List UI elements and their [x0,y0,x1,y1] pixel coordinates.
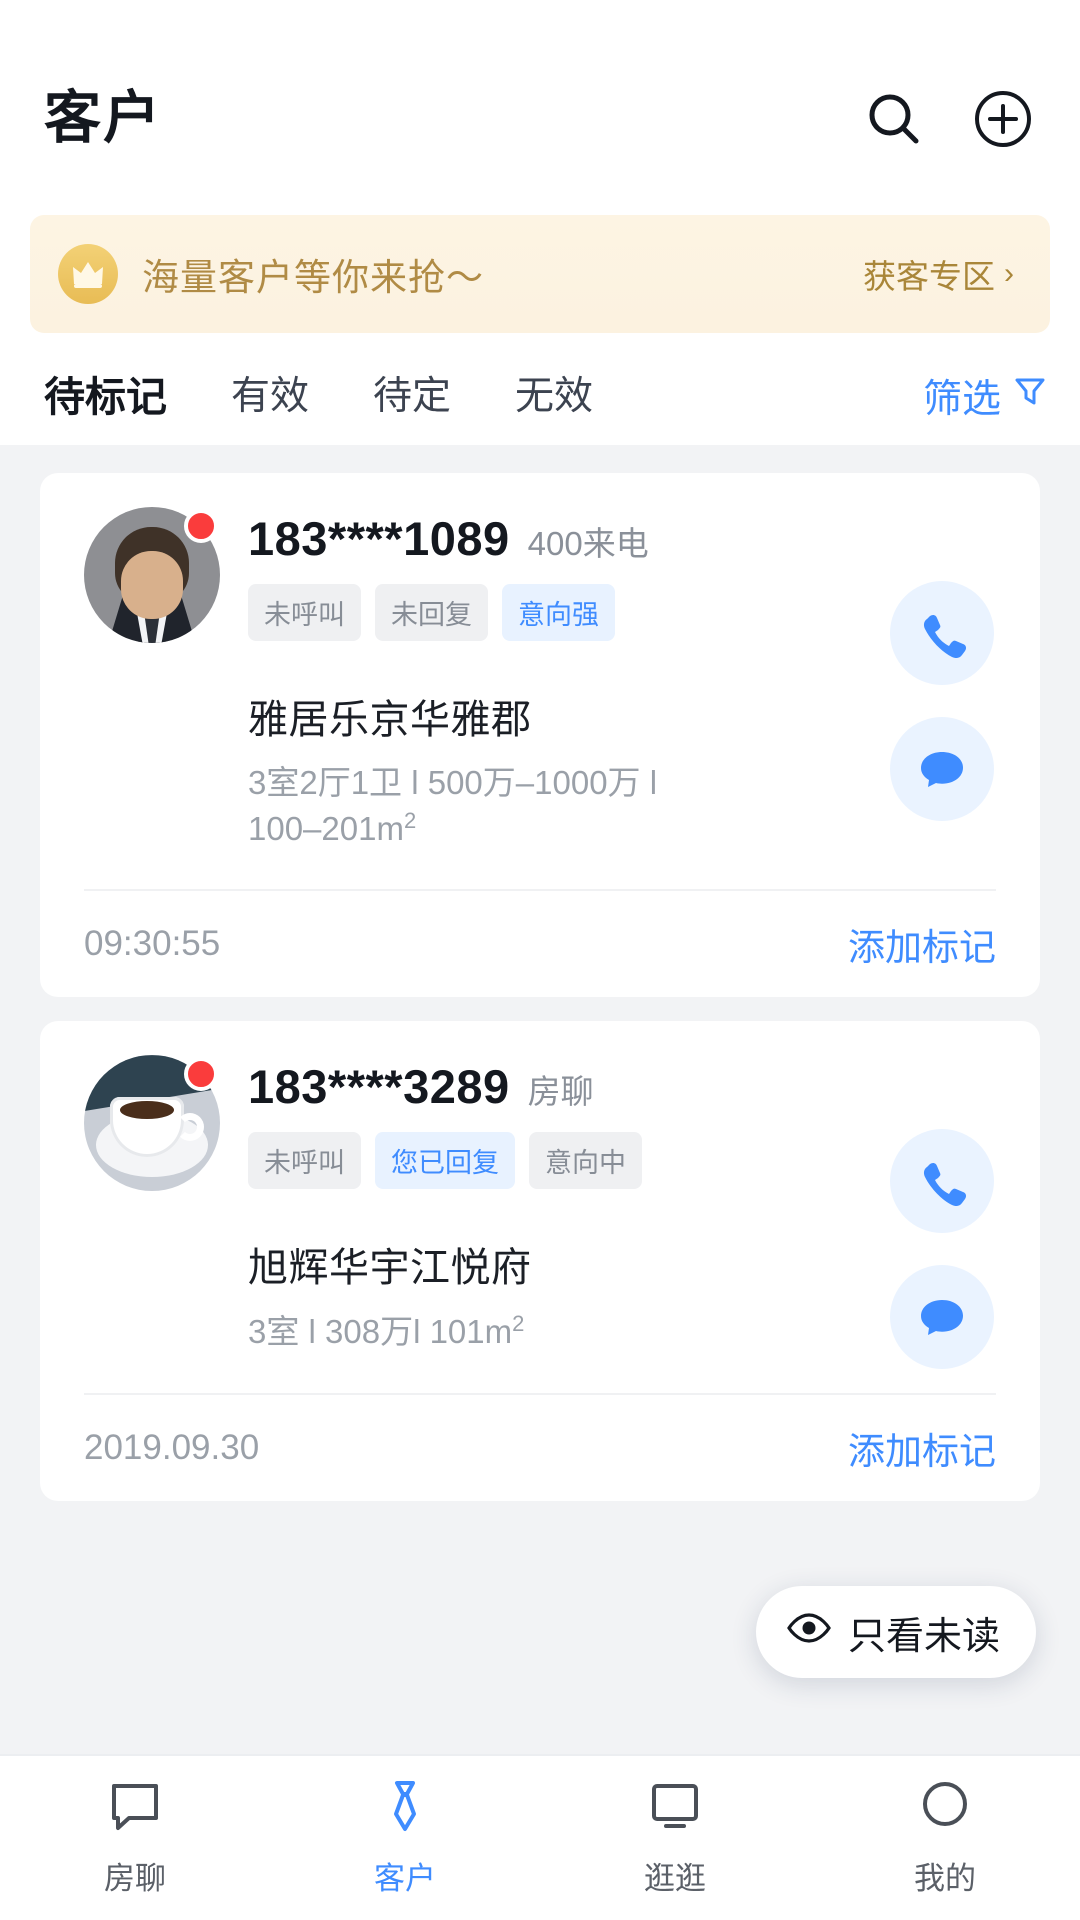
chat-bubble-icon[interactable] [890,1265,994,1370]
filter-button[interactable]: 筛选 [890,347,1080,445]
tab-dai-ding[interactable]: 待定 [373,365,451,427]
nav-label: 我的 [914,1861,976,1896]
phone-icon[interactable] [890,1129,994,1234]
promo-link-label: 获客专区 [863,258,995,295]
header-actions [863,88,1034,150]
tag-not-called: 未呼叫 [248,1132,361,1190]
promo-text: 海量客户等你来抢～ [142,257,484,298]
person-circle-icon [917,1778,973,1839]
phone-icon[interactable] [890,581,994,685]
unread-filter-label: 只看未读 [847,1615,1000,1658]
tag-list: 未呼叫 未回复 意向强 [248,584,1002,641]
estate-name: 旭辉华宇江悦府 [248,1246,532,1291]
nav-label: 客户 [374,1861,436,1896]
avatar[interactable] [84,507,220,643]
tabs-bar: 待标记 有效 待定 无效 筛选 [0,333,1080,445]
tab-wu-xiao[interactable]: 无效 [515,365,593,427]
customer-phone: 183****3289 [248,1060,510,1114]
name-row: 183****1089 400来电 [248,511,1002,566]
avatar[interactable] [84,1055,220,1192]
card-time: 2019.09.30 [84,1427,260,1467]
customer-list-screen: 客户 海量客户等你来抢～ 获客专区 › 待标记 有效 待定 无效 筛选 183*… [0,0,1080,1920]
nav-item-guangguang[interactable]: 逛逛 [540,1778,810,1898]
tag-intent-strong: 意向强 [502,584,615,641]
card-side-actions [890,581,994,821]
specs-line-1: 3室2厅1卫 l 500万–1000万 l [248,764,658,801]
card-time: 09:30:55 [84,924,221,964]
customer-card[interactable]: 183****3289 房聊 未呼叫 您已回复 意向中 旭辉华宇江悦府 3室 l… [40,1021,1040,1501]
estate-specs: 3室 l 308万l 101m2 [248,1309,748,1355]
add-mark-button[interactable]: 添加标记 [848,917,996,971]
estate-specs: 3室2厅1卫 l 500万–1000万 l 100–201m2 [248,761,748,851]
customer-card[interactable]: 183****1089 400来电 未呼叫 未回复 意向强 雅居乐京华雅郡 3室… [40,473,1040,998]
filter-label: 筛选 [922,378,1001,421]
nav-item-wode[interactable]: 我的 [810,1778,1080,1898]
promo-banner[interactable]: 海量客户等你来抢～ 获客专区 › [30,215,1050,333]
specs-line-2: 100–201m [248,809,404,847]
chevron-right-icon: › [1004,257,1014,290]
nav-label: 房聊 [104,1861,166,1896]
customer-source: 400来电 [527,525,649,562]
specs-unit: 2 [512,1311,525,1337]
tab-dai-biao-ji[interactable]: 待标记 [44,363,167,429]
customer-list[interactable]: 183****1089 400来电 未呼叫 未回复 意向强 雅居乐京华雅郡 3室… [0,445,1080,1754]
card-footer: 09:30:55 添加标记 [84,889,996,997]
card-side-actions [890,1129,994,1370]
app-header: 客户 [0,0,1080,215]
name-row: 183****3289 房聊 [248,1059,1002,1114]
crown-icon [58,244,118,304]
tab-you-xiao[interactable]: 有效 [231,365,309,427]
tie-icon [377,1778,433,1839]
unread-badge [184,509,218,543]
nav-item-kehu[interactable]: 客户 [270,1778,540,1898]
tag-no-reply: 未回复 [375,584,488,641]
specs-unit: 2 [403,807,417,833]
card-footer: 2019.09.30 添加标记 [84,1392,996,1501]
card-main: 183****1089 400来电 未呼叫 未回复 意向强 雅居乐京华雅郡 3室… [248,507,1002,851]
unread-filter-button[interactable]: 只看未读 [755,1586,1036,1678]
estate-name: 雅居乐京华雅郡 [248,698,532,742]
specs-line-1: 3室 l 308万l 101m [248,1313,513,1351]
eye-icon [786,1611,832,1654]
search-icon[interactable] [863,88,925,150]
filter-funnel-icon [1013,374,1047,418]
tag-not-called: 未呼叫 [248,584,361,641]
page-title: 客户 [44,86,162,150]
unread-badge [184,1057,218,1092]
tag-list: 未呼叫 您已回复 意向中 [248,1132,1002,1190]
add-mark-button[interactable]: 添加标记 [848,1421,996,1475]
chat-square-icon [107,1778,163,1839]
bottom-navigation: 房聊 客户 逛逛 我的 [0,1754,1080,1920]
tag-intent-medium: 意向中 [529,1132,642,1190]
promo-link[interactable]: 获客专区 › [863,250,1014,298]
monitor-icon [647,1778,703,1839]
plus-circle-icon[interactable] [972,88,1034,150]
customer-phone: 183****1089 [248,512,510,565]
customer-source: 房聊 [527,1073,594,1111]
chat-bubble-icon[interactable] [890,717,994,821]
nav-label: 逛逛 [644,1861,706,1896]
card-main: 183****3289 房聊 未呼叫 您已回复 意向中 旭辉华宇江悦府 3室 l… [248,1055,1002,1355]
nav-item-fangliao[interactable]: 房聊 [0,1778,270,1898]
tag-you-replied: 您已回复 [375,1132,515,1190]
promo-banner-wrap: 海量客户等你来抢～ 获客专区 › [0,215,1080,333]
